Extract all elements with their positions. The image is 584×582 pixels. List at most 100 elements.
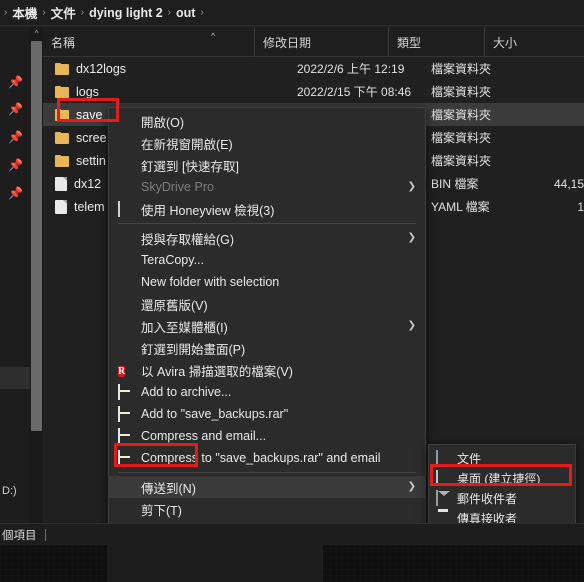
menu-item-pin-quick-access[interactable]: 釘選到 [快速存取] <box>109 154 425 176</box>
column-header-type[interactable]: 類型 <box>388 27 484 57</box>
pin-icon-4[interactable]: 📌 <box>8 186 23 200</box>
file-icon <box>55 176 67 191</box>
file-type-cell: 檔案資料夾 <box>431 154 492 168</box>
submenu-item-desktop-shortcut[interactable]: 桌面 (建立捷徑) <box>429 468 575 488</box>
menu-item-label: 剪下(T) <box>141 503 182 518</box>
menu-item-add-to-library[interactable]: 加入至媒體櫃(I) ❯ <box>109 315 425 337</box>
menu-item-open[interactable]: 開啟(O) <box>109 110 425 132</box>
file-name-cell[interactable]: save <box>55 103 102 126</box>
winrar-icon <box>118 450 133 466</box>
menu-separator <box>118 223 416 224</box>
desktop-strip-panel <box>107 545 323 582</box>
file-name-label: dx12 <box>74 176 102 191</box>
winrar-icon <box>118 406 133 422</box>
menu-item-label: 授與存取權給(G) <box>141 232 235 247</box>
file-size-cell <box>498 80 584 103</box>
menu-item-send-to[interactable]: 傳送到(N) ❯ <box>109 476 425 498</box>
folder-icon <box>55 131 69 144</box>
breadcrumb-separator-1: › <box>42 7 46 18</box>
file-name-cell[interactable]: dx12 <box>55 172 101 195</box>
menu-item-label: Compress to "save_backups.rar" and email <box>141 451 381 465</box>
submenu-item-label: 文件 <box>457 451 482 466</box>
menu-item-restore-previous-versions[interactable]: 還原舊版(V) <box>109 293 425 315</box>
mail-icon <box>436 490 450 506</box>
folder-icon <box>55 85 69 98</box>
menu-item-label: Add to archive... <box>141 385 232 399</box>
file-name-cell[interactable]: logs <box>55 80 99 103</box>
table-row[interactable]: dx12logs 2022/2/6 上午 12:19 檔案資料夾 <box>43 57 584 80</box>
file-name-cell[interactable]: settin <box>55 149 106 172</box>
pin-icon-0[interactable]: 📌 <box>8 75 23 89</box>
menu-item-skydrive-pro[interactable]: SkyDrive Pro ❯ <box>109 176 425 198</box>
folder-icon <box>55 108 69 121</box>
menu-item-label: 傳送到(N) <box>141 481 196 496</box>
navigation-pane[interactable]: 📌 📌 📌 📌 📌 D:) <box>0 27 31 545</box>
file-date-cell: 2022/2/15 下午 08:46 <box>297 85 412 99</box>
file-name-cell[interactable]: telem <box>55 195 105 218</box>
file-size-cell <box>498 57 584 80</box>
menu-separator <box>118 472 416 473</box>
file-name-label: logs <box>76 84 99 99</box>
file-name-label: scree <box>76 130 107 145</box>
menu-item-compress-to-named-and-email[interactable]: Compress to "save_backups.rar" and email <box>109 447 425 469</box>
submenu-item-mail-recipient[interactable]: 郵件收件者 <box>429 488 575 508</box>
file-type-cell: 檔案資料夾 <box>431 131 492 145</box>
nav-drive-label[interactable]: D:) <box>2 485 17 497</box>
menu-item-add-to-archive[interactable]: Add to archive... <box>109 381 425 403</box>
file-name-label: settin <box>76 153 106 168</box>
menu-item-pin-to-start[interactable]: 釘選到開始畫面(P) <box>109 337 425 359</box>
breadcrumb-separator-0: › <box>4 7 8 18</box>
menu-item-grant-access[interactable]: 授與存取權給(G) ❯ <box>109 227 425 249</box>
context-menu[interactable]: 開啟(O) 在新視窗開啟(E) 釘選到 [快速存取] SkyDrive Pro … <box>108 107 426 582</box>
chevron-right-icon: ❯ <box>407 481 416 492</box>
submenu-item-label: 桌面 (建立捷徑) <box>457 471 541 486</box>
chevron-right-icon: ❯ <box>407 232 416 243</box>
breadcrumb-separator-4: › <box>200 7 204 18</box>
menu-item-label: 使用 Honeyview 檢視(3) <box>141 203 275 218</box>
file-type-cell: 檔案資料夾 <box>431 85 492 99</box>
scrollbar-thumb[interactable] <box>31 41 42 431</box>
menu-item-label: 開啟(O) <box>141 115 185 130</box>
nav-selected-row <box>0 367 30 389</box>
menu-item-label: TeraCopy... <box>141 253 204 267</box>
file-size-cell <box>498 126 584 149</box>
sort-ascending-caret-icon: ^ <box>211 31 216 41</box>
submenu-item-documents[interactable]: 文件 <box>429 448 575 468</box>
pin-icon-1[interactable]: 📌 <box>8 102 23 116</box>
pin-icon-3[interactable]: 📌 <box>8 158 23 172</box>
menu-item-label: 還原舊版(V) <box>141 298 208 313</box>
desktop-icon <box>436 470 450 486</box>
menu-item-new-folder-with-selection[interactable]: New folder with selection <box>109 271 425 293</box>
avira-icon: R <box>118 366 126 377</box>
menu-item-teracopy[interactable]: TeraCopy... <box>109 249 425 271</box>
column-header-name[interactable]: 名稱 <box>43 27 254 57</box>
column-header-date[interactable]: 修改日期 <box>254 27 388 57</box>
table-row[interactable]: logs 2022/2/15 下午 08:46 檔案資料夾 <box>43 80 584 103</box>
file-name-cell[interactable]: scree <box>55 126 107 149</box>
nav-scrollbar[interactable]: ^ v <box>30 27 43 545</box>
file-name-cell[interactable]: dx12logs <box>55 57 126 80</box>
scroll-up-arrow-icon[interactable]: ^ <box>30 27 43 40</box>
winrar-icon <box>118 428 133 444</box>
menu-item-honeyview[interactable]: 使用 Honeyview 檢視(3) <box>109 198 425 220</box>
file-size-cell <box>498 103 584 126</box>
menu-item-label: Add to "save_backups.rar" <box>141 407 289 421</box>
explorer-window: › 本機 › 文件 › dying light 2 › out › 📌 📌 📌 … <box>0 0 584 582</box>
breadcrumb-item-3[interactable]: out <box>173 6 198 20</box>
cloud-icon <box>118 180 133 195</box>
column-header-size[interactable]: 大小 <box>484 27 584 57</box>
menu-item-label: 以 Avira 掃描選取的檔案(V) <box>141 364 293 379</box>
documents-icon <box>436 450 450 466</box>
menu-item-add-to-named-archive[interactable]: Add to "save_backups.rar" <box>109 403 425 425</box>
menu-item-open-new-window[interactable]: 在新視窗開啟(E) <box>109 132 425 154</box>
menu-item-compress-and-email[interactable]: Compress and email... <box>109 425 425 447</box>
breadcrumb[interactable]: › 本機 › 文件 › dying light 2 › out › <box>0 0 584 26</box>
breadcrumb-item-2[interactable]: dying light 2 <box>86 6 166 20</box>
menu-item-label: 在新視窗開啟(E) <box>141 137 233 152</box>
menu-item-avira-scan[interactable]: R 以 Avira 掃描選取的檔案(V) <box>109 359 425 381</box>
folder-icon <box>55 154 69 167</box>
breadcrumb-item-0[interactable]: 本機 <box>9 3 40 22</box>
breadcrumb-item-1[interactable]: 文件 <box>48 3 79 22</box>
pin-icon-2[interactable]: 📌 <box>8 130 23 144</box>
menu-item-cut[interactable]: 剪下(T) <box>109 498 425 520</box>
